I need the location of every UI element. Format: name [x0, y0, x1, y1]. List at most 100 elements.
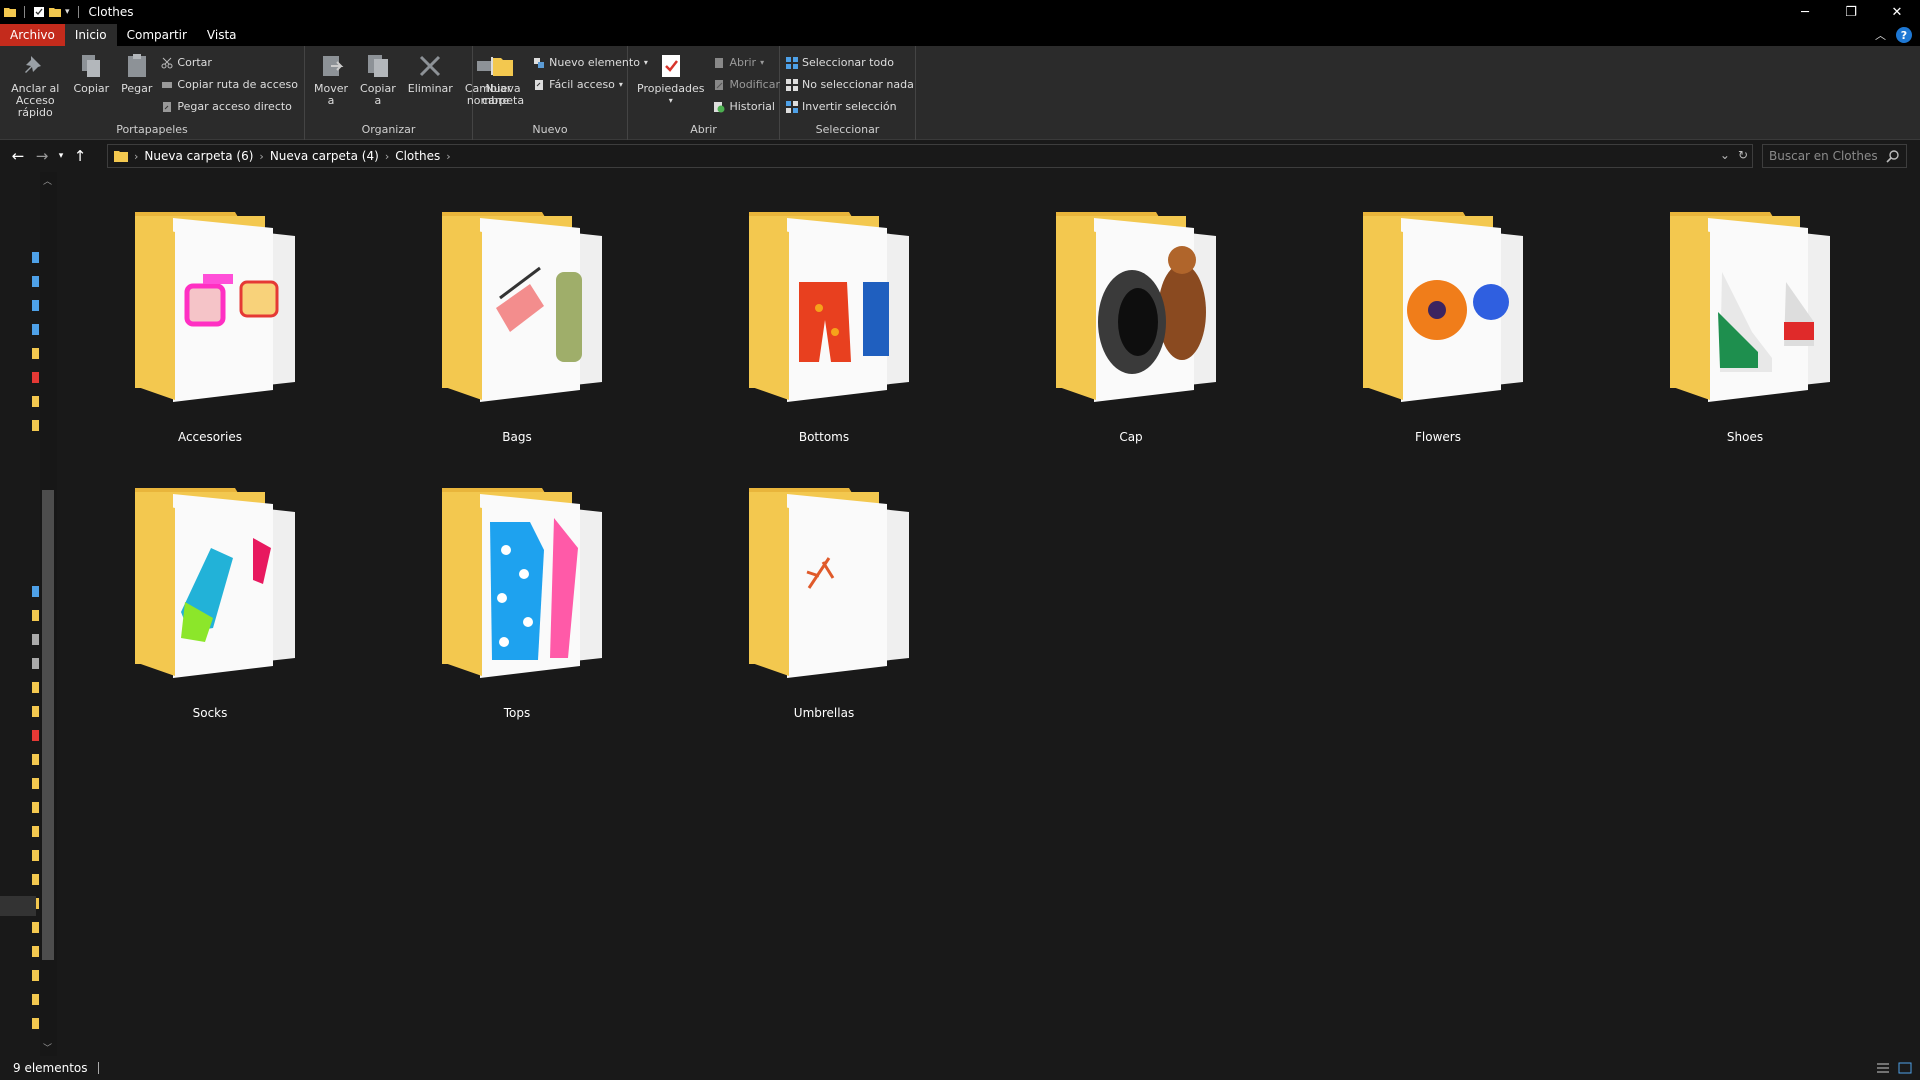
search-input[interactable]: Buscar en Clothes [1762, 144, 1907, 168]
recent-locations-button[interactable]: ▾ [54, 144, 68, 168]
folder-icon[interactable] [32, 610, 39, 621]
copy-path-button[interactable]: Copiar ruta de acceso [161, 76, 298, 93]
folder-icon[interactable] [32, 420, 39, 431]
edit-button[interactable]: Modificar [713, 76, 780, 93]
folder-item[interactable]: Socks [110, 478, 310, 728]
paste-shortcut-button[interactable]: Pegar acceso directo [161, 98, 298, 115]
navigation-bar: ← → ▾ ↑ › Nueva carpeta (6) › Nueva carp… [0, 140, 1920, 172]
folder-icon[interactable] [32, 348, 39, 359]
folder-item[interactable]: Accesories [110, 202, 310, 452]
folder-icon[interactable] [32, 778, 39, 789]
documents-icon[interactable] [32, 324, 39, 335]
close-button[interactable]: ✕ [1874, 0, 1920, 24]
separator [77, 6, 79, 18]
window-title: Clothes [88, 5, 134, 19]
breadcrumb-item[interactable]: Nueva carpeta (6) [144, 149, 253, 163]
folder-icon[interactable] [32, 802, 39, 813]
address-dropdown-icon[interactable]: ⌄ [1720, 148, 1730, 162]
folder-icon[interactable] [32, 922, 39, 933]
details-view-icon[interactable] [1876, 1061, 1890, 1075]
large-icons-view-icon[interactable] [1898, 1061, 1912, 1075]
folder-shoes-icon [1670, 212, 1830, 402]
folder-cap-icon [1056, 212, 1216, 402]
folder-icon[interactable] [32, 826, 39, 837]
folder-icon[interactable] [32, 706, 39, 717]
status-bar: 9 elementos [0, 1056, 1920, 1080]
paste-icon [127, 54, 146, 77]
folder-item[interactable]: Umbrellas [724, 478, 924, 728]
folder-icon[interactable] [32, 1018, 39, 1029]
help-icon[interactable]: ? [1896, 27, 1912, 43]
refresh-icon[interactable]: ↻ [1738, 148, 1748, 162]
breadcrumb-item[interactable]: Clothes [395, 149, 440, 163]
this-pc-icon[interactable] [32, 586, 39, 597]
scroll-thumb[interactable] [42, 490, 54, 960]
open-button[interactable]: Abrir ▾ [713, 54, 780, 71]
drive-icon[interactable] [32, 634, 39, 645]
delete-label: Eliminar [407, 82, 453, 95]
folder-icon[interactable] [32, 730, 39, 741]
folder-icon[interactable] [32, 946, 39, 957]
select-none-button[interactable]: No seleccionar nada [786, 76, 914, 93]
folder-item[interactable]: Bags [417, 202, 617, 452]
folder-icon[interactable] [32, 874, 39, 885]
up-button[interactable]: ↑ [68, 144, 92, 168]
group-label-organizar: Organizar [361, 123, 416, 136]
folder-icon[interactable] [32, 682, 39, 693]
select-all-button[interactable]: Seleccionar todo [786, 54, 914, 71]
copy-label: Copiar [73, 82, 110, 95]
downloads-icon[interactable] [32, 300, 39, 311]
folder-item[interactable]: Tops [417, 478, 617, 728]
history-label: Historial [729, 100, 775, 113]
minimize-button[interactable]: ─ [1782, 0, 1828, 24]
forward-button[interactable]: → [30, 144, 54, 168]
restore-button[interactable]: ❐ [1828, 0, 1874, 24]
collapse-ribbon-icon[interactable]: ︿ [1875, 27, 1886, 43]
group-portapapeles: Anclar al Acceso rápido Copiar Pegar Cor… [0, 46, 305, 140]
scissors-icon [161, 57, 173, 68]
folder-item[interactable]: Bottoms [724, 202, 924, 452]
invert-selection-button[interactable]: Invertir selección [786, 98, 914, 115]
folder-icon[interactable] [32, 396, 39, 407]
folder-item[interactable]: Flowers [1338, 202, 1538, 452]
folder-icon[interactable] [32, 754, 39, 765]
chevron-down-icon: ▾ [668, 96, 673, 105]
breadcrumb-item[interactable]: Nueva carpeta (4) [270, 149, 379, 163]
properties-label: Propiedades [637, 82, 705, 95]
selected-nav-item[interactable] [0, 896, 36, 916]
folder-socks-icon [135, 488, 295, 678]
folder-icon[interactable] [32, 970, 39, 981]
group-label-nuevo: Nuevo [532, 123, 568, 136]
nav-pane-scrollbar[interactable]: ︿ ﹀ [40, 172, 57, 1056]
back-button[interactable]: ← [6, 144, 30, 168]
tab-vista[interactable]: Vista [197, 24, 247, 46]
move-to-icon [323, 56, 344, 76]
history-button[interactable]: Historial [713, 98, 780, 115]
invert-selection-label: Invertir selección [802, 100, 897, 113]
desktop-icon[interactable] [32, 276, 39, 287]
new-item-label: Nuevo elemento [549, 56, 640, 69]
cut-button[interactable]: Cortar [161, 54, 298, 71]
quick-access-icon[interactable] [32, 252, 39, 263]
tab-archivo[interactable]: Archivo [0, 24, 65, 46]
select-all-label: Seleccionar todo [802, 56, 894, 69]
new-folder-icon[interactable] [49, 6, 61, 18]
scroll-up-arrow[interactable]: ︿ [43, 174, 52, 187]
customize-toolbar-icon[interactable]: ▾ [65, 7, 70, 17]
drive-icon[interactable] [32, 658, 39, 669]
tab-inicio[interactable]: Inicio [64, 24, 117, 46]
tab-compartir[interactable]: Compartir [117, 24, 197, 46]
folder-icon[interactable] [32, 994, 39, 1005]
search-icon [1886, 150, 1899, 163]
folder-item[interactable]: Shoes [1645, 202, 1845, 452]
address-bar[interactable]: › Nueva carpeta (6) › Nueva carpeta (4) … [107, 144, 1753, 168]
folder-icon[interactable] [32, 850, 39, 861]
pinned-app-icon[interactable] [32, 372, 39, 383]
paste-shortcut-label: Pegar acceso directo [177, 100, 292, 113]
folder-name: Shoes [1726, 430, 1764, 444]
properties-icon [661, 55, 680, 77]
properties-icon[interactable] [33, 6, 45, 18]
folder-item[interactable]: Cap [1031, 202, 1231, 452]
folder-bottoms-icon [749, 212, 909, 402]
scroll-down-arrow[interactable]: ﹀ [43, 1041, 52, 1054]
